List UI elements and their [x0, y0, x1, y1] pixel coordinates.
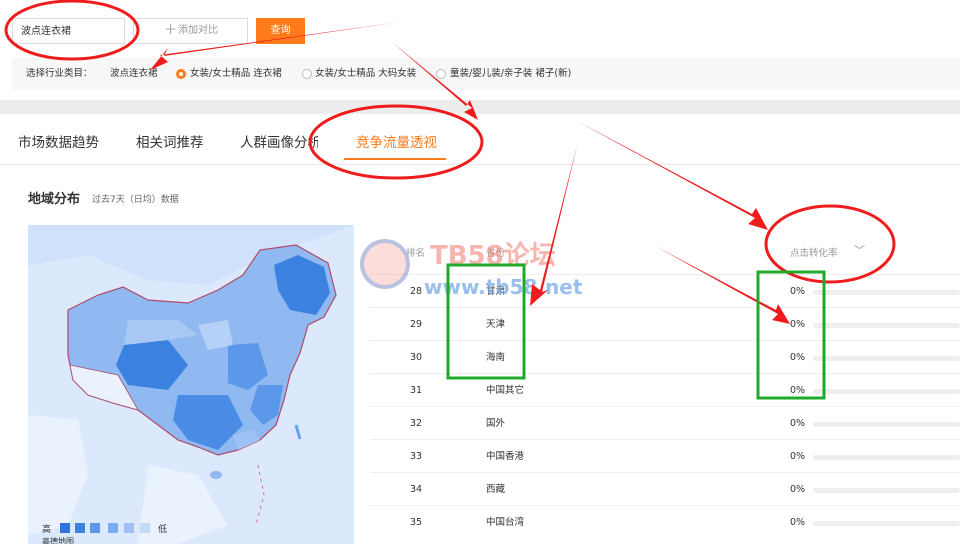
legend-swatch-6	[140, 523, 150, 533]
row-bar-track	[813, 356, 960, 361]
tab-bar: 市场数据趋势 相关词推荐 人群画像分析 竞争流量透视	[0, 114, 960, 165]
section-divider	[0, 100, 960, 114]
row-rank: 35	[410, 517, 423, 528]
map-credit: 高德地图	[42, 537, 74, 544]
category-label: 选择行业类目：	[26, 68, 93, 79]
row-rank: 34	[410, 484, 423, 495]
row-rank: 33	[410, 451, 423, 462]
province-hainan	[210, 471, 222, 479]
row-rank: 31	[410, 385, 423, 396]
plus-icon: ＋	[164, 23, 178, 38]
table-row: 33 中国香港 0%	[370, 439, 960, 473]
row-bar-track	[813, 521, 960, 526]
row-province: 西藏	[486, 484, 506, 495]
row-value: 0%	[790, 484, 806, 495]
table-row: 31 中国其它 0%	[370, 373, 960, 407]
table-row: 30 海南 0%	[370, 340, 960, 374]
add-compare-input[interactable]: ＋ 添加对比	[133, 18, 248, 44]
row-rank: 30	[410, 352, 423, 363]
chevron-down-icon[interactable]: ﹀	[854, 242, 865, 258]
row-rank: 29	[410, 319, 423, 330]
row-bar-track	[813, 290, 960, 295]
legend-swatch-5	[124, 523, 134, 533]
tab-competition-traffic[interactable]: 竞争流量透视	[356, 131, 437, 151]
china-map	[28, 225, 354, 544]
category-option-2[interactable]: 女装/女士精品 大码女装	[315, 58, 416, 90]
header-metric[interactable]: 点击转化率	[790, 245, 838, 259]
row-value: 0%	[790, 385, 806, 396]
row-province: 中国香港	[486, 451, 525, 462]
category-keyword: 波点连衣裙	[110, 68, 158, 79]
legend-swatch-1	[60, 523, 70, 533]
category-radio-2[interactable]	[302, 69, 312, 79]
watermark-title: TB58论坛	[430, 241, 556, 271]
query-button[interactable]: 查询	[256, 18, 305, 44]
tab-audience-profile[interactable]: 人群画像分析	[240, 131, 318, 151]
legend-swatch-3	[90, 523, 100, 533]
region-map[interactable]: 高 低 高德地图	[28, 225, 354, 544]
row-bar-track	[813, 488, 960, 493]
row-bar-track	[813, 422, 960, 427]
table-row: 35 中国台湾 0%	[370, 505, 960, 539]
region-subtitle: 过去7天（日均）数据	[92, 195, 179, 205]
table-row: 29 天津 0%	[370, 307, 960, 341]
category-radio-1[interactable]	[176, 69, 186, 79]
row-value: 0%	[790, 451, 806, 462]
category-selector: 选择行业类目： 波点连衣裙 女装/女士精品 连衣裙 女装/女士精品 大码女装 童…	[12, 58, 960, 90]
row-value: 0%	[790, 319, 806, 330]
row-bar-track	[813, 389, 960, 394]
search-bar: 波点连衣裙 ＋ 添加对比 查询 选择行业类目： 波点连衣裙 女装/女士精品 连衣…	[0, 0, 960, 100]
watermark: TB58论坛 www.tb58.net	[360, 235, 620, 305]
row-value: 0%	[790, 352, 806, 363]
row-bar-track	[813, 455, 960, 460]
category-radio-3[interactable]	[436, 69, 446, 79]
add-compare-label: 添加对比	[178, 25, 218, 36]
region-title: 地域分布	[28, 192, 81, 207]
row-province: 国外	[486, 418, 506, 429]
row-province: 海南	[486, 352, 506, 363]
row-bar-track	[813, 323, 960, 328]
tab-related-words[interactable]: 相关词推荐	[136, 131, 204, 151]
watermark-url: www.tb58.net	[424, 275, 583, 299]
category-option-1[interactable]: 女装/女士精品 连衣裙	[190, 58, 282, 90]
row-province: 天津	[486, 319, 506, 330]
keyword-search-input[interactable]: 波点连衣裙	[12, 18, 125, 44]
category-option-3[interactable]: 童装/婴儿装/亲子装 裙子(新)	[450, 58, 571, 90]
row-rank: 32	[410, 418, 423, 429]
tab-market-trend[interactable]: 市场数据趋势	[18, 131, 99, 151]
row-value: 0%	[790, 517, 806, 528]
row-province: 中国其它	[486, 385, 525, 396]
watermark-logo-icon	[360, 239, 410, 289]
table-row: 34 西藏 0%	[370, 472, 960, 506]
row-value: 0%	[790, 286, 806, 297]
legend-low-label: 低	[158, 525, 168, 535]
table-row: 32 国外 0%	[370, 406, 960, 440]
row-province: 中国台湾	[486, 517, 525, 528]
legend-high-label: 高	[42, 525, 52, 535]
active-tab-indicator	[344, 158, 446, 160]
legend-swatch-4	[108, 523, 118, 533]
legend-swatch-2	[75, 523, 85, 533]
row-value: 0%	[790, 418, 806, 429]
